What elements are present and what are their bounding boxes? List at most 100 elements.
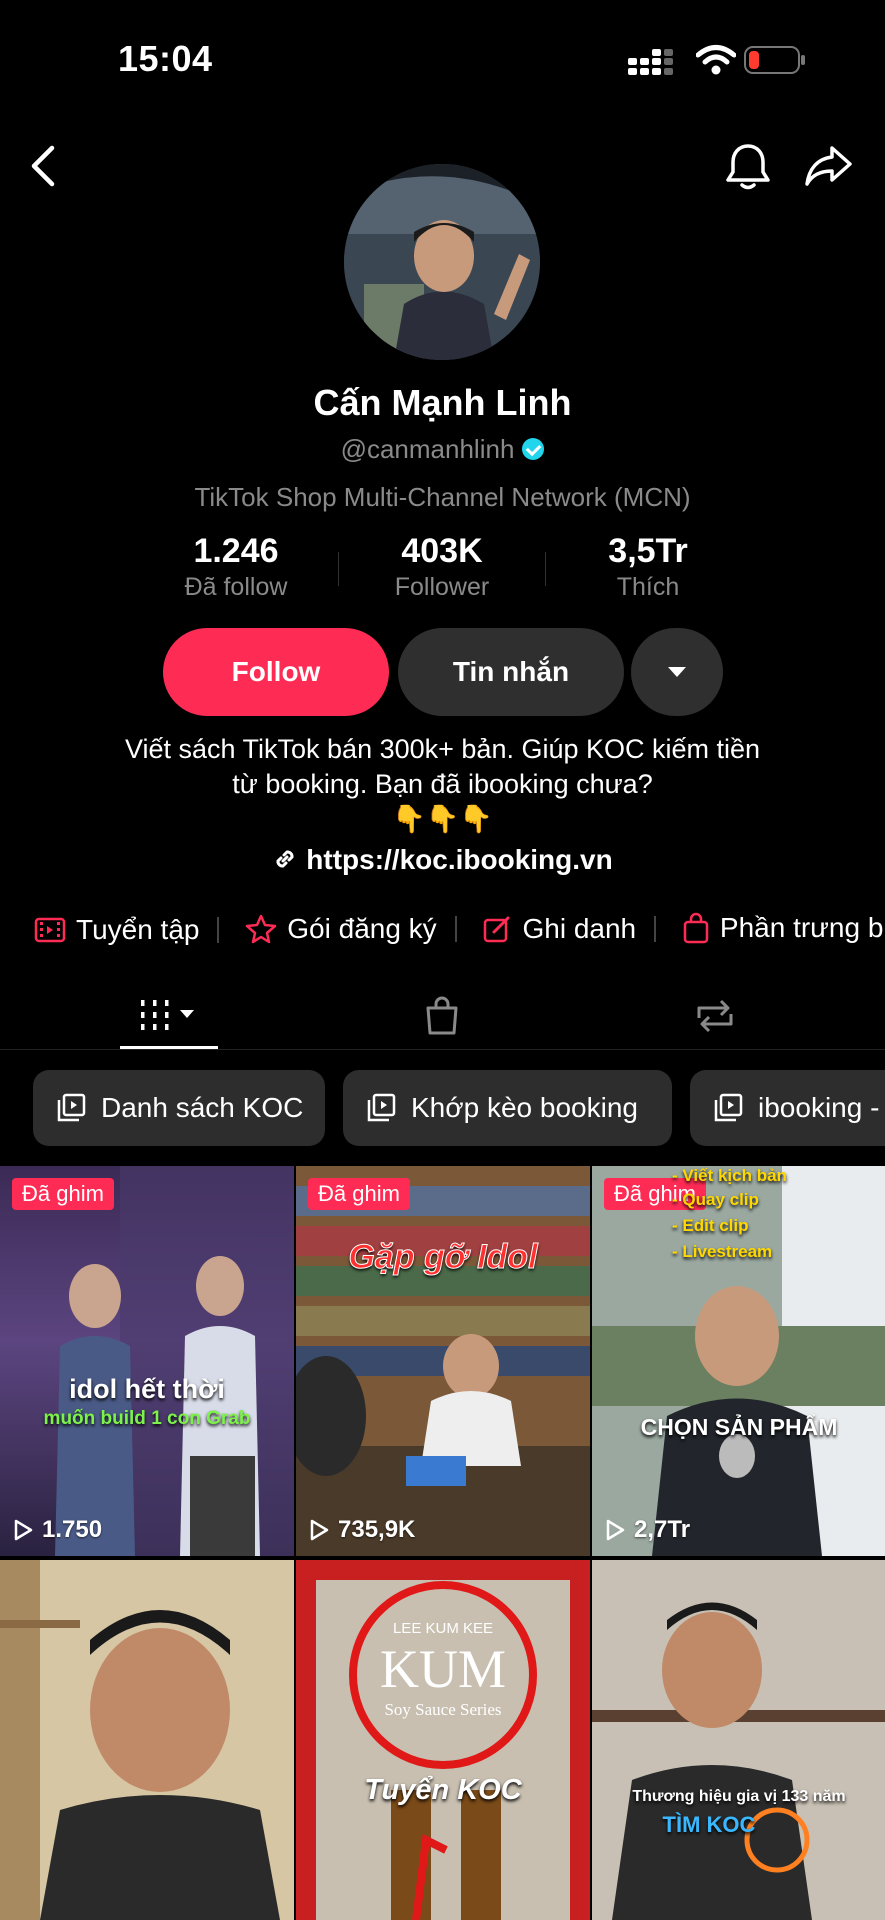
playlist-label: ibooking - xyxy=(758,1092,880,1123)
shopping-bag-icon xyxy=(683,912,709,944)
stat-following-label: Đã follow xyxy=(184,573,288,601)
playlist-icon xyxy=(714,1093,743,1122)
video-caption: Thương hiệu gia vị 133 năm xyxy=(632,1788,846,1805)
bio-emoji: 👇👇👇 xyxy=(392,804,493,834)
profile-bio: Viết sách TikTok bán 300k+ bản. Giúp KOC… xyxy=(60,732,825,837)
video-thumbnail-image xyxy=(55,1166,294,1556)
shortcut-label: Gói đăng ký xyxy=(287,913,437,944)
video-caption: KUM xyxy=(379,1639,506,1699)
video-caption: - Quay clip xyxy=(672,1190,759,1209)
shortcut-subscription[interactable]: Gói đăng ký xyxy=(211,905,457,952)
edit-icon xyxy=(484,916,510,943)
video-thumbnail[interactable] xyxy=(0,1560,294,1920)
avatar[interactable] xyxy=(344,164,540,360)
profile-shortcuts: Tuyển tập Gói đăng ký Ghi danh Phần trưn… xyxy=(0,904,885,952)
stat-divider xyxy=(545,552,546,586)
playlist-chip[interactable]: Danh sách KOC xyxy=(33,1070,325,1146)
profile-category: TikTok Shop Multi-Channel Network (MCN) xyxy=(194,482,691,512)
video-thumbnail[interactable]: Đã ghim idol hết thời muốn build 1 con G… xyxy=(0,1166,294,1556)
repost-icon xyxy=(697,999,733,1033)
view-count: 2,7Tr xyxy=(604,1516,690,1544)
pinned-badge: Đã ghim xyxy=(12,1178,114,1210)
play-icon xyxy=(310,1519,329,1541)
share-icon[interactable] xyxy=(804,142,854,190)
stat-following[interactable]: 1.246 Đã follow xyxy=(146,532,326,602)
signal-icon xyxy=(628,49,673,75)
profile-name: Cấn Mạnh Linh xyxy=(313,382,572,423)
playlist-icon xyxy=(367,1093,396,1122)
video-caption: - Livestream xyxy=(672,1242,773,1261)
playlist-row: Danh sách KOC Khớp kèo booking ibooking … xyxy=(0,1070,885,1146)
playlist-label: Danh sách KOC xyxy=(101,1092,304,1123)
star-badge-icon xyxy=(246,914,277,944)
video-thumbnail-image xyxy=(0,1560,294,1920)
message-button[interactable]: Tin nhắn xyxy=(398,628,624,716)
video-caption: Tuyển KOC xyxy=(364,1774,522,1806)
video-caption: muốn build 1 con Grab xyxy=(43,1408,251,1429)
video-caption: - Viết kịch bản xyxy=(672,1166,787,1185)
shortcut-label: Ghi danh xyxy=(522,913,637,944)
tab-reposts[interactable] xyxy=(675,980,755,1052)
more-options-button[interactable] xyxy=(631,628,723,716)
stat-followers[interactable]: 403K Follower xyxy=(352,532,532,602)
avatar-photo xyxy=(344,164,540,360)
bag-icon xyxy=(426,996,458,1035)
film-icon xyxy=(34,917,66,943)
wifi-icon xyxy=(696,45,736,75)
bio-line-2: từ booking. Bạn đã ibooking chưa? xyxy=(232,769,653,799)
profile-link[interactable]: https://koc.ibooking.vn xyxy=(0,844,885,876)
video-caption: Soy Sauce Series xyxy=(384,1700,502,1719)
video-thumbnail-image xyxy=(296,1166,590,1556)
shortcut-register[interactable]: Ghi danh xyxy=(448,905,657,952)
video-thumbnail[interactable]: Đã ghim Gặp gỡ Idol 735,9K xyxy=(296,1166,590,1556)
follow-button[interactable]: Follow xyxy=(163,628,389,716)
battery-icon xyxy=(744,46,805,74)
profile-handle: @canmanhlinh xyxy=(340,434,515,464)
stat-likes-label: Thích xyxy=(616,573,680,601)
view-count: 735,9K xyxy=(308,1516,415,1544)
pinned-badge: Đã ghim xyxy=(308,1178,410,1210)
video-caption: - Edit clip xyxy=(672,1216,749,1235)
playlist-icon xyxy=(57,1093,86,1122)
profile-link-text: https://koc.ibooking.vn xyxy=(306,844,613,875)
grid-icon xyxy=(141,1000,194,1030)
shortcut-collections[interactable]: Tuyển tập xyxy=(0,906,220,952)
view-count-value: 735,9K xyxy=(338,1516,416,1543)
tab-videos[interactable] xyxy=(118,980,220,1052)
playlist-chip[interactable]: Khớp kèo booking xyxy=(343,1070,672,1146)
view-count-value: 1.750 xyxy=(42,1516,103,1543)
stat-followers-label: Follower xyxy=(394,573,490,601)
video-thumbnail-image xyxy=(296,1560,590,1920)
verified-badge-icon xyxy=(522,438,545,461)
stat-followers-value: 403K xyxy=(401,532,483,570)
shortcut-showcase[interactable]: Phần trưng b xyxy=(648,904,884,952)
stat-divider xyxy=(338,552,339,586)
bio-line-1: Viết sách TikTok bán 300k+ bản. Giúp KOC… xyxy=(124,734,761,764)
view-count-value: 2,7Tr xyxy=(634,1516,691,1543)
back-icon[interactable] xyxy=(26,144,60,188)
shortcut-label: Phần trưng b xyxy=(719,912,884,943)
video-caption: idol hết thời xyxy=(69,1374,225,1404)
video-thumbnail[interactable]: Đã ghim - Viết kịch bản - Quay clip - Ed… xyxy=(592,1166,885,1556)
video-thumbnail[interactable]: LEE KUM KEE KUM Soy Sauce Series Tuyển K… xyxy=(296,1560,590,1920)
stat-likes[interactable]: 3,5Tr Thích xyxy=(558,532,738,602)
video-caption: CHỌN SẢN PHẨM xyxy=(640,1414,838,1440)
tab-shop[interactable] xyxy=(402,980,482,1052)
view-count: 1.750 xyxy=(12,1516,102,1544)
bell-icon[interactable] xyxy=(724,140,772,192)
video-thumbnail-image xyxy=(592,1560,885,1920)
video-caption: Gặp gỡ Idol xyxy=(348,1238,538,1277)
video-caption: TÌM KOC xyxy=(662,1812,756,1837)
status-time: 15:04 xyxy=(118,38,213,79)
play-icon xyxy=(14,1519,33,1541)
playlist-chip[interactable]: ibooking - xyxy=(690,1070,885,1146)
chevron-down-icon xyxy=(668,667,686,677)
video-thumbnail[interactable]: Thương hiệu gia vị 133 năm TÌM KOC xyxy=(592,1560,885,1920)
link-icon xyxy=(276,850,294,868)
playlist-label: Khớp kèo booking xyxy=(411,1092,638,1123)
stat-following-value: 1.246 xyxy=(193,532,279,570)
profile-handle-row: @canmanhlinh xyxy=(0,434,885,465)
play-icon xyxy=(606,1519,625,1541)
divider xyxy=(0,1049,885,1050)
shortcut-label: Tuyển tập xyxy=(76,914,200,945)
